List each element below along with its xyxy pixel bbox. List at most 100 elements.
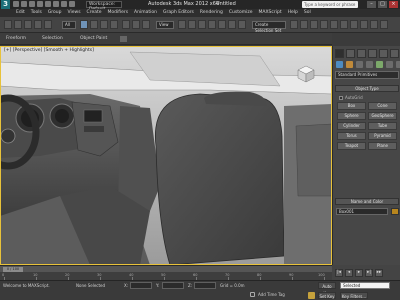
mirror-icon[interactable]	[290, 20, 298, 29]
material-editor-icon[interactable]	[350, 20, 358, 29]
app-logo[interactable]: 3	[1, 0, 10, 9]
sphere-button[interactable]: Sphere	[337, 112, 366, 120]
plane-button[interactable]: Plane	[368, 142, 397, 150]
select-manipulate-icon[interactable]	[188, 20, 196, 29]
rotate-icon[interactable]	[132, 20, 140, 29]
window-crossing-icon[interactable]	[110, 20, 118, 29]
selection-filter-dropdown[interactable]: All	[62, 21, 76, 29]
geosphere-button[interactable]: GeoSphere	[368, 112, 397, 120]
spinner-snap-icon[interactable]	[238, 20, 246, 29]
x-coordinate-field[interactable]	[130, 282, 152, 289]
tab-object-paint[interactable]: Object Paint	[80, 36, 107, 42]
menu-customize[interactable]: Customize	[229, 9, 253, 17]
object-color-swatch[interactable]	[391, 208, 399, 215]
auto-key-button[interactable]: Auto Key	[318, 282, 336, 296]
autogrid-checkbox[interactable]	[339, 95, 343, 100]
reference-coordinate-dropdown[interactable]: View	[156, 21, 174, 29]
torus-button[interactable]: Torus	[337, 132, 366, 140]
object-type-rollout[interactable]: Object Type	[335, 85, 399, 92]
tab-selection[interactable]: Selection	[42, 36, 63, 42]
angle-snap-icon[interactable]	[218, 20, 226, 29]
project-folder-icon[interactable]	[69, 1, 75, 7]
name-and-color-rollout[interactable]: Name and Color	[335, 198, 399, 205]
menu-group[interactable]: Group	[48, 9, 62, 17]
curve-editor-icon[interactable]	[330, 20, 338, 29]
box-button[interactable]: Box	[337, 102, 366, 110]
helpers-icon[interactable]	[376, 61, 383, 68]
fetch-icon[interactable]	[61, 1, 67, 7]
previous-frame-icon[interactable]: ◂	[345, 269, 353, 277]
systems-icon[interactable]	[396, 61, 400, 68]
rendered-frame-icon[interactable]	[370, 20, 378, 29]
hold-icon[interactable]	[53, 1, 59, 7]
new-file-icon[interactable]	[13, 1, 19, 7]
menu-help[interactable]: Help	[288, 9, 298, 17]
play-icon[interactable]: ▸	[355, 269, 363, 277]
set-key-icon[interactable]	[308, 292, 315, 299]
link-icon[interactable]	[24, 20, 32, 29]
scale-icon[interactable]	[142, 20, 150, 29]
object-name-field[interactable]: Box001	[336, 208, 388, 215]
hierarchy-tab-icon[interactable]	[357, 49, 366, 58]
menu-graph-editors[interactable]: Graph Editors	[163, 9, 194, 17]
redo-icon[interactable]	[45, 1, 51, 7]
unlink-icon[interactable]	[34, 20, 42, 29]
perspective-viewport[interactable]: [+] [Perspective] [Smooth + Highlights]	[0, 46, 332, 265]
menu-rendering[interactable]: Rendering	[200, 9, 223, 17]
menu-tools[interactable]: Tools	[31, 9, 42, 17]
geometry-icon[interactable]	[336, 61, 343, 68]
ribbon-minimize-icon[interactable]	[120, 36, 127, 42]
menu-animation[interactable]: Animation	[134, 9, 157, 17]
tube-button[interactable]: Tube	[368, 122, 397, 130]
maximize-button[interactable]: □	[378, 1, 387, 8]
select-by-name-icon[interactable]	[90, 20, 98, 29]
key-mode-dropdown[interactable]: Selected	[340, 282, 390, 289]
key-filters-button[interactable]: Key Filters...	[340, 292, 368, 299]
layer-manager-icon[interactable]	[310, 20, 318, 29]
menu-modifiers[interactable]: Modifiers	[108, 9, 129, 17]
named-selection-set-dropdown[interactable]: Create Selection Set	[252, 21, 286, 33]
z-coordinate-field[interactable]	[194, 282, 216, 289]
space-warps-icon[interactable]	[386, 61, 393, 68]
time-slider[interactable]: 0 / 100	[0, 265, 332, 272]
add-time-tag[interactable]: Add Time Tag	[258, 292, 285, 297]
go-to-end-icon[interactable]: ▸▸	[375, 269, 383, 277]
set-key-button[interactable]: Set Key	[318, 292, 336, 299]
utilities-tab-icon[interactable]	[390, 49, 399, 58]
cylinder-button[interactable]: Cylinder	[337, 122, 366, 130]
next-frame-icon[interactable]: ▸|	[365, 269, 373, 277]
percent-snap-icon[interactable]	[228, 20, 236, 29]
undo-icon[interactable]	[37, 1, 43, 7]
lights-icon[interactable]	[356, 61, 363, 68]
render-production-icon[interactable]	[380, 20, 388, 29]
search-input[interactable]: Type a keyword or phrase	[302, 1, 358, 8]
go-to-start-icon[interactable]: |◂	[335, 269, 343, 277]
snaps-toggle-icon[interactable]	[208, 20, 216, 29]
minimize-button[interactable]: –	[367, 1, 376, 8]
undo-icon[interactable]	[4, 20, 12, 29]
close-button[interactable]: ×	[389, 1, 398, 8]
motion-tab-icon[interactable]	[368, 49, 377, 58]
track-bar[interactable]: 0 10 20 30 40 50 60 70 80 90 100	[0, 272, 332, 280]
menu-extra[interactable]: Sol	[304, 9, 311, 17]
cameras-icon[interactable]	[366, 61, 373, 68]
modify-tab-icon[interactable]	[346, 49, 355, 58]
y-coordinate-field[interactable]	[162, 282, 184, 289]
redo-icon[interactable]	[14, 20, 22, 29]
move-icon[interactable]	[122, 20, 130, 29]
cone-button[interactable]: Cone	[368, 102, 397, 110]
rect-selection-icon[interactable]	[100, 20, 108, 29]
align-icon[interactable]	[300, 20, 308, 29]
graphite-toggle-icon[interactable]	[320, 20, 328, 29]
display-tab-icon[interactable]	[379, 49, 388, 58]
save-file-icon[interactable]	[29, 1, 35, 7]
primitive-type-dropdown[interactable]: Standard Primitives	[335, 71, 399, 79]
menu-create[interactable]: Create	[87, 9, 102, 17]
pivot-center-icon[interactable]	[178, 20, 186, 29]
shapes-icon[interactable]	[346, 61, 353, 68]
bind-space-warp-icon[interactable]	[44, 20, 52, 29]
menu-maxscript[interactable]: MAXScript	[259, 9, 282, 17]
menu-edit[interactable]: Edit	[16, 9, 25, 17]
pyramid-button[interactable]: Pyramid	[368, 132, 397, 140]
open-file-icon[interactable]	[21, 1, 27, 7]
